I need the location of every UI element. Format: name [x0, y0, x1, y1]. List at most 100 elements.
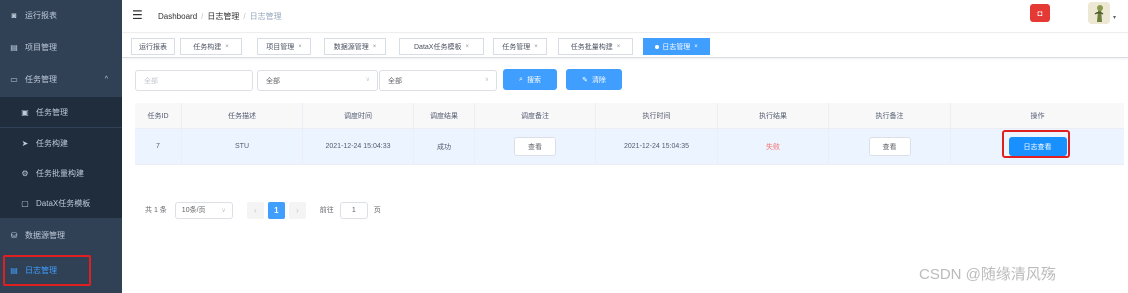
- column-header-handle-note: 执行备注: [829, 103, 951, 128]
- breadcrumb: Dashboard / 日志管理 / 日志管理: [158, 11, 282, 22]
- breadcrumb-item-dashboard[interactable]: Dashboard: [158, 12, 197, 21]
- sidebar-item-task-group[interactable]: ▭ 任务管理 ^: [0, 64, 122, 94]
- sidebar-item-datasource[interactable]: ⛁ 数据源管理: [0, 220, 122, 250]
- job-select[interactable]: 全部 ∨: [257, 70, 378, 91]
- breadcrumb-item-log-group: 日志管理: [207, 12, 240, 21]
- sidebar-item-project[interactable]: ▤ 项目管理: [0, 32, 122, 62]
- tag-task-batch-build[interactable]: 任务批量构建 ×: [558, 38, 633, 55]
- sidebar-item-label: 运行报表: [25, 10, 57, 20]
- view-handle-note-button[interactable]: 查看: [868, 137, 911, 156]
- tag-label: 任务批量构建: [570, 43, 613, 51]
- sidebar-item-label: 任务管理: [25, 74, 57, 84]
- hamburger-icon[interactable]: ☰: [132, 8, 143, 22]
- notice-button[interactable]: ◘: [1030, 4, 1050, 22]
- template-icon: ▢: [21, 198, 29, 208]
- tag-label: 日志管理: [662, 43, 691, 51]
- table-row[interactable]: 7 STU 2021-12-24 15:04:33 成功 查看 2021-12-…: [135, 129, 1124, 165]
- project-icon: ▤: [10, 42, 18, 52]
- tag-datasource[interactable]: 数据源管理 ×: [324, 38, 386, 55]
- avatar[interactable]: [1088, 2, 1110, 24]
- column-header-handle-time: 执行时间: [596, 103, 718, 128]
- breadcrumb-item-current: 日志管理: [249, 12, 282, 21]
- tag-label: 任务构建: [193, 43, 222, 51]
- goto-prefix: 前往: [319, 207, 334, 214]
- cell-handle-note: 查看: [829, 129, 951, 164]
- status-select[interactable]: 全部 ∨: [379, 70, 497, 91]
- job-select-value: 全部: [266, 77, 280, 85]
- tag-log-active[interactable]: 日志管理 ×: [643, 38, 710, 55]
- cell-trigger-result: 成功: [414, 129, 475, 164]
- table-header: 任务ID 任务描述 调度时间 调度结果 调度备注 执行时间 执行结果 执行备注 …: [135, 103, 1124, 129]
- search-button[interactable]: ⌕ 搜索: [503, 69, 557, 90]
- task-icon: ▣: [21, 107, 29, 117]
- cell-job-id: 7: [135, 129, 182, 164]
- page-size-value: 10条/页: [181, 207, 206, 214]
- sidebar-item-task-batch-build[interactable]: ⚙ 任务批量构建: [0, 158, 122, 188]
- next-page-button[interactable]: ›: [288, 201, 306, 219]
- view-trigger-note-button[interactable]: 查看: [514, 137, 556, 156]
- clear-icon: ✎: [582, 76, 588, 84]
- clear-button[interactable]: ✎ 清除: [566, 69, 622, 90]
- sidebar-item-label: 任务批量构建: [36, 168, 84, 178]
- tag-datax-template[interactable]: DataX任务模板 ×: [399, 38, 484, 55]
- sidebar-item-label: 数据源管理: [25, 230, 65, 240]
- log-icon: ▤: [10, 265, 18, 275]
- sidebar-item-log[interactable]: ▤ 日志管理: [0, 255, 122, 285]
- prev-page-button[interactable]: ‹: [246, 201, 264, 219]
- close-icon[interactable]: ×: [373, 44, 377, 50]
- chevron-down-icon[interactable]: ▾: [1113, 14, 1116, 21]
- tag-label: DataX任务模板: [414, 43, 462, 51]
- sidebar-item-label: 任务管理: [36, 107, 68, 117]
- breadcrumb-separator: /: [243, 12, 246, 21]
- sidebar-item-datax-template[interactable]: ▢ DataX任务模板: [0, 188, 122, 218]
- chevron-down-icon: ∨: [365, 77, 370, 83]
- tag-dashboard[interactable]: 运行报表: [131, 38, 175, 55]
- tags-view: 运行报表 任务构建 × 项目管理 × 数据源管理 × DataX任务模板 × 任务管理 ×…: [122, 34, 1128, 58]
- settings-icon: ⚙: [21, 168, 29, 178]
- cell-trigger-time: 2021-12-24 15:04:33: [303, 129, 414, 164]
- cell-desc: STU: [182, 129, 303, 164]
- chevron-up-icon: ^: [104, 75, 108, 83]
- pagination-total: 共 1 条: [145, 207, 167, 214]
- notification-icon: ◘: [1037, 8, 1043, 18]
- page-number-current[interactable]: 1: [267, 201, 285, 219]
- tag-task-build[interactable]: 任务构建 ×: [180, 38, 242, 55]
- close-icon[interactable]: ×: [694, 44, 698, 50]
- status-select-value: 全部: [388, 77, 402, 85]
- chevron-down-icon: ∨: [484, 77, 489, 83]
- column-header-trigger-result: 调度结果: [414, 103, 475, 128]
- column-header-operation: 操作: [1030, 112, 1045, 120]
- column-header-handle-result: 执行结果: [718, 103, 829, 128]
- chevron-down-icon: ∨: [221, 207, 226, 214]
- close-icon[interactable]: ×: [465, 44, 469, 50]
- page-size-select[interactable]: 10条/页 ∨: [174, 201, 233, 219]
- sidebar-item-task-build[interactable]: ➤ 任务构建: [0, 128, 122, 158]
- sidebar-item-dashboard[interactable]: ◙ 运行报表: [0, 0, 122, 30]
- executor-select[interactable]: 全部: [135, 70, 253, 91]
- sidebar-item-label: 项目管理: [25, 42, 57, 52]
- tag-project[interactable]: 项目管理 ×: [257, 38, 311, 55]
- close-icon[interactable]: ×: [225, 44, 229, 50]
- pagination: 共 1 条 10条/页 ∨ ‹ 1 › 前往 1 页: [145, 201, 381, 219]
- search-icon: ⌕: [519, 75, 523, 83]
- database-icon: ⛁: [10, 230, 18, 240]
- clear-button-label: 清除: [591, 76, 606, 84]
- active-dot-icon: [655, 44, 660, 49]
- goto-page-input[interactable]: 1: [339, 201, 368, 219]
- close-icon[interactable]: ×: [298, 44, 302, 50]
- column-header-trigger-time: 调度时间: [303, 103, 414, 128]
- sidebar-item-task-manage[interactable]: ▣ 任务管理: [0, 97, 122, 127]
- column-header-desc: 任务描述: [182, 103, 303, 128]
- tag-task-manage[interactable]: 任务管理 ×: [493, 38, 547, 55]
- monitor-icon: ▭: [10, 74, 18, 84]
- sidebar-item-label: 任务构建: [36, 138, 68, 148]
- view-log-button[interactable]: 日志查看: [1008, 137, 1067, 156]
- sidebar-item-label: 日志管理: [25, 265, 57, 275]
- cell-operation: 日志查看: [951, 129, 1124, 164]
- executor-select-placeholder: 全部: [144, 77, 158, 85]
- avatar-image-icon: [1088, 2, 1110, 24]
- close-icon[interactable]: ×: [534, 44, 538, 50]
- close-icon[interactable]: ×: [617, 44, 621, 50]
- cell-trigger-note: 查看: [475, 129, 596, 164]
- tag-label: 项目管理: [266, 43, 295, 51]
